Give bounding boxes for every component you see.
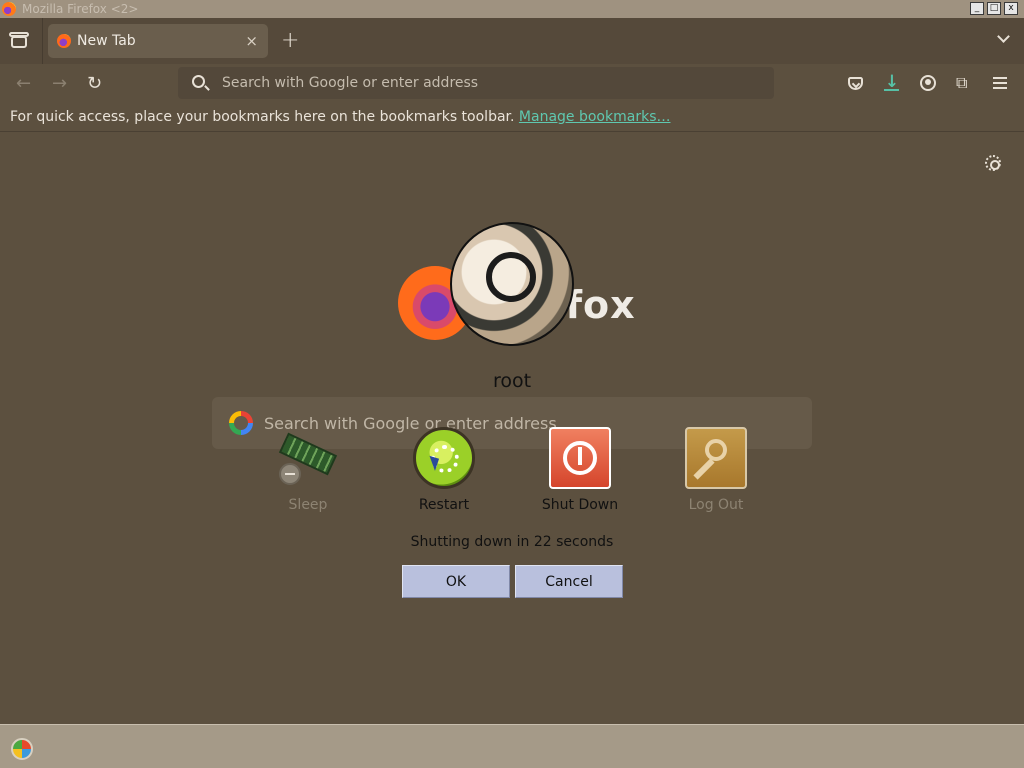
bookmarks-hint: For quick access, place your bookmarks h… bbox=[10, 109, 670, 125]
manage-bookmarks-link[interactable]: Manage bookmarks… bbox=[519, 109, 671, 125]
extensions-icon[interactable]: ⧉ bbox=[956, 73, 974, 92]
pocket-icon[interactable] bbox=[848, 77, 863, 90]
bookmarks-hint-text: For quick access, place your bookmarks h… bbox=[10, 109, 515, 125]
back-button[interactable]: ← bbox=[16, 73, 31, 94]
memory-chip-icon bbox=[277, 427, 339, 489]
account-icon[interactable] bbox=[920, 75, 936, 91]
shut-down-action[interactable]: Shut Down bbox=[530, 427, 630, 513]
firefox-view-button[interactable] bbox=[9, 32, 29, 50]
username-label: root bbox=[492, 370, 532, 392]
search-icon bbox=[192, 75, 205, 88]
firefox-favicon-icon bbox=[57, 34, 71, 48]
tab-separator bbox=[42, 18, 43, 64]
window-title: Mozilla Firefox <2> bbox=[22, 2, 139, 16]
google-icon bbox=[229, 411, 253, 435]
sleep-label: Sleep bbox=[288, 497, 328, 513]
bookmarks-toolbar: For quick access, place your bookmarks h… bbox=[0, 102, 1024, 132]
disabled-minus-icon bbox=[279, 463, 301, 485]
log-out-label: Log Out bbox=[688, 497, 744, 513]
shutdown-countdown: Shutting down in 22 seconds bbox=[410, 534, 614, 550]
cancel-button[interactable]: Cancel bbox=[515, 565, 623, 598]
forward-button[interactable]: → bbox=[52, 73, 67, 94]
tab-new-tab[interactable]: New Tab × bbox=[48, 24, 268, 58]
log-out-action: Log Out bbox=[666, 427, 766, 513]
minimize-button[interactable]: _ bbox=[970, 2, 984, 15]
restart-action[interactable]: Restart bbox=[394, 427, 494, 513]
navigation-toolbar: ← → ↻ ↓ ⧉ bbox=[0, 64, 1024, 102]
downloads-icon[interactable]: ↓ bbox=[883, 72, 901, 92]
key-icon bbox=[685, 427, 747, 489]
gear-icon[interactable] bbox=[985, 155, 1001, 171]
new-tab-button[interactable]: + bbox=[281, 28, 299, 53]
address-bar[interactable] bbox=[178, 67, 774, 99]
url-input[interactable] bbox=[222, 73, 762, 93]
power-icon[interactable] bbox=[549, 427, 611, 489]
start-menu-icon[interactable] bbox=[11, 738, 33, 760]
window-titlebar: Mozilla Firefox <2> _ □ x bbox=[0, 0, 1024, 18]
ok-button[interactable]: OK bbox=[402, 565, 510, 598]
reload-button[interactable]: ↻ bbox=[87, 73, 102, 94]
tab-close-icon[interactable]: × bbox=[245, 32, 258, 50]
close-window-button[interactable]: x bbox=[1004, 2, 1018, 15]
rolodex-icon bbox=[486, 252, 536, 302]
tab-strip: New Tab × + bbox=[0, 18, 1024, 64]
maximize-button[interactable]: □ bbox=[987, 2, 1001, 15]
restart-icon[interactable] bbox=[413, 427, 475, 489]
tab-label: New Tab bbox=[77, 33, 136, 49]
taskbar bbox=[0, 724, 1024, 768]
firefox-app-icon bbox=[2, 2, 16, 16]
app-menu-icon[interactable] bbox=[993, 77, 1007, 89]
window-controls: _ □ x bbox=[970, 2, 1018, 15]
restart-label: Restart bbox=[418, 497, 470, 513]
shut-down-label: Shut Down bbox=[541, 497, 619, 513]
sleep-action: Sleep bbox=[258, 427, 358, 513]
user-avatar bbox=[450, 222, 574, 346]
list-all-tabs-chevron-icon[interactable] bbox=[998, 32, 1010, 44]
